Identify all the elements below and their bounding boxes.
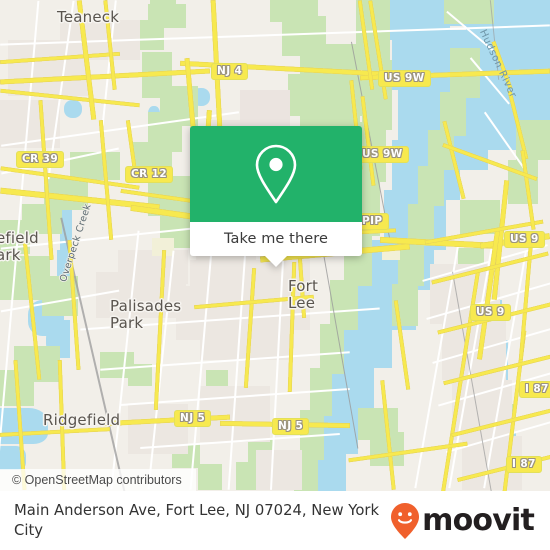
route-shield-us-9[interactable]: US 9: [504, 231, 545, 248]
osm-attribution[interactable]: © OpenStreetMap contributors: [0, 469, 196, 491]
map-canvas[interactable]: Teaneck Palisades Park Ridgefield efield…: [0, 0, 550, 491]
route-shield-cr-12[interactable]: CR 12: [125, 166, 174, 183]
route-shield-us-9-2[interactable]: US 9: [470, 304, 511, 321]
location-popup-card[interactable]: Take me there: [190, 126, 362, 267]
route-shield-cr-39[interactable]: CR 39: [16, 151, 65, 168]
route-shield-i-87-2[interactable]: I 87: [506, 456, 542, 473]
moovit-smiley-pin-icon: [391, 502, 420, 539]
take-me-there-button[interactable]: Take me there: [190, 222, 362, 256]
popup-pointer-tail: [265, 256, 287, 267]
bottom-info-bar: Main Anderson Ave, Fort Lee, NJ 07024, N…: [0, 491, 550, 550]
take-me-there-label: Take me there: [223, 231, 329, 247]
popup-marker-panel: [190, 126, 362, 222]
route-shield-us-9w-2[interactable]: US 9W: [356, 146, 409, 163]
route-shield-nj-5-2[interactable]: NJ 5: [272, 418, 310, 435]
route-shield-i-87[interactable]: I 87: [519, 381, 550, 398]
route-shield-nj-5[interactable]: NJ 5: [174, 410, 212, 427]
moovit-logo[interactable]: moovit: [390, 502, 535, 540]
map-location-page: Teaneck Palisades Park Ridgefield efield…: [0, 0, 550, 550]
osm-attribution-text: © OpenStreetMap contributors: [12, 473, 182, 487]
address-label: Main Anderson Ave, Fort Lee, NJ 07024, N…: [14, 501, 380, 539]
map-pin-icon: [255, 144, 297, 204]
route-shield-nj-4[interactable]: NJ 4: [211, 63, 249, 80]
route-shield-us-9w[interactable]: US 9W: [378, 70, 431, 87]
moovit-wordmark: moovit: [422, 502, 535, 538]
